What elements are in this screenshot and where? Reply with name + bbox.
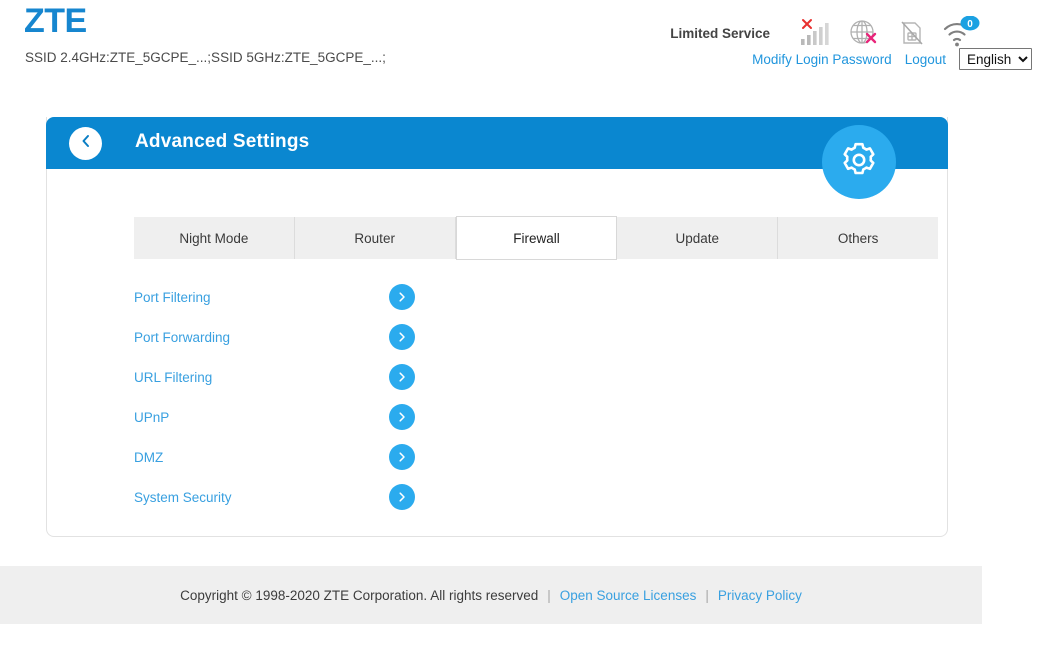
menu-item-dmz[interactable]: DMZ — [134, 450, 389, 465]
wifi-icon: 0 — [936, 13, 984, 53]
tab-label: Night Mode — [179, 230, 249, 246]
list-item[interactable]: Port Forwarding — [134, 317, 534, 357]
wifi-client-count: 0 — [967, 19, 973, 30]
language-select[interactable]: English — [959, 48, 1032, 70]
tab-others[interactable]: Others — [778, 217, 938, 259]
service-status-label: Limited Service — [670, 25, 770, 41]
tab-firewall[interactable]: Firewall — [455, 216, 618, 260]
globe-error-icon — [840, 13, 888, 53]
status-icons-row: Limited Service 0 — [670, 13, 984, 53]
menu-item-port-filtering[interactable]: Port Filtering — [134, 290, 389, 305]
list-item[interactable]: DMZ — [134, 437, 534, 477]
footer-separator-1: | — [547, 587, 551, 603]
ssid-info-text: SSID 2.4GHz:ZTE_5GCPE_...;SSID 5GHz:ZTE_… — [25, 50, 386, 65]
tab-update[interactable]: Update — [617, 217, 779, 259]
settings-tab-bar: Night Mode Router Firewall Update Others — [134, 216, 938, 260]
logout-link[interactable]: Logout — [905, 52, 946, 67]
copyright-text: Copyright © 1998-2020 ZTE Corporation. A… — [180, 587, 539, 603]
tab-label: Firewall — [513, 230, 560, 246]
chevron-right-icon[interactable] — [389, 404, 415, 430]
gear-icon — [836, 137, 882, 188]
page-title: Advanced Settings — [135, 131, 310, 152]
zte-logo: ZTE — [24, 2, 87, 40]
top-header: ZTE SSID 2.4GHz:ZTE_5GCPE_...;SSID 5GHz:… — [0, 0, 1052, 86]
page-footer: Copyright © 1998-2020 ZTE Corporation. A… — [0, 566, 982, 624]
list-item[interactable]: UPnP — [134, 397, 534, 437]
settings-gear-badge[interactable] — [822, 125, 896, 199]
footer-content: Copyright © 1998-2020 ZTE Corporation. A… — [180, 588, 802, 603]
list-item[interactable]: System Security — [134, 477, 534, 517]
sim-card-disabled-icon — [888, 13, 936, 53]
list-item[interactable]: URL Filtering — [134, 357, 534, 397]
list-item[interactable]: Port Filtering — [134, 277, 534, 317]
footer-separator-2: | — [705, 587, 709, 603]
chevron-right-icon[interactable] — [389, 444, 415, 470]
modify-login-password-link[interactable]: Modify Login Password — [752, 52, 892, 67]
card-header-bar: Advanced Settings — [46, 117, 948, 169]
chevron-left-icon — [78, 133, 94, 154]
menu-item-upnp[interactable]: UPnP — [134, 410, 389, 425]
open-source-licenses-link[interactable]: Open Source Licenses — [560, 588, 697, 603]
firewall-menu-list: Port Filtering Port Forwarding URL Filte… — [134, 277, 534, 517]
header-links-row: Modify Login Password Logout English — [752, 48, 1032, 70]
tab-night-mode[interactable]: Night Mode — [134, 217, 295, 259]
back-button[interactable] — [69, 127, 102, 160]
privacy-policy-link[interactable]: Privacy Policy — [718, 588, 802, 603]
chevron-right-icon[interactable] — [389, 484, 415, 510]
signal-bars-error-icon — [792, 13, 840, 53]
tab-label: Router — [354, 230, 395, 246]
menu-item-url-filtering[interactable]: URL Filtering — [134, 370, 389, 385]
chevron-right-icon[interactable] — [389, 284, 415, 310]
tab-label: Others — [837, 230, 879, 246]
tab-router[interactable]: Router — [294, 217, 456, 259]
advanced-settings-card: Night Mode Router Firewall Update Others… — [46, 117, 948, 537]
tab-label: Update — [675, 230, 720, 246]
menu-item-port-forwarding[interactable]: Port Forwarding — [134, 330, 389, 345]
chevron-right-icon[interactable] — [389, 324, 415, 350]
chevron-right-icon[interactable] — [389, 364, 415, 390]
menu-item-system-security[interactable]: System Security — [134, 490, 389, 505]
